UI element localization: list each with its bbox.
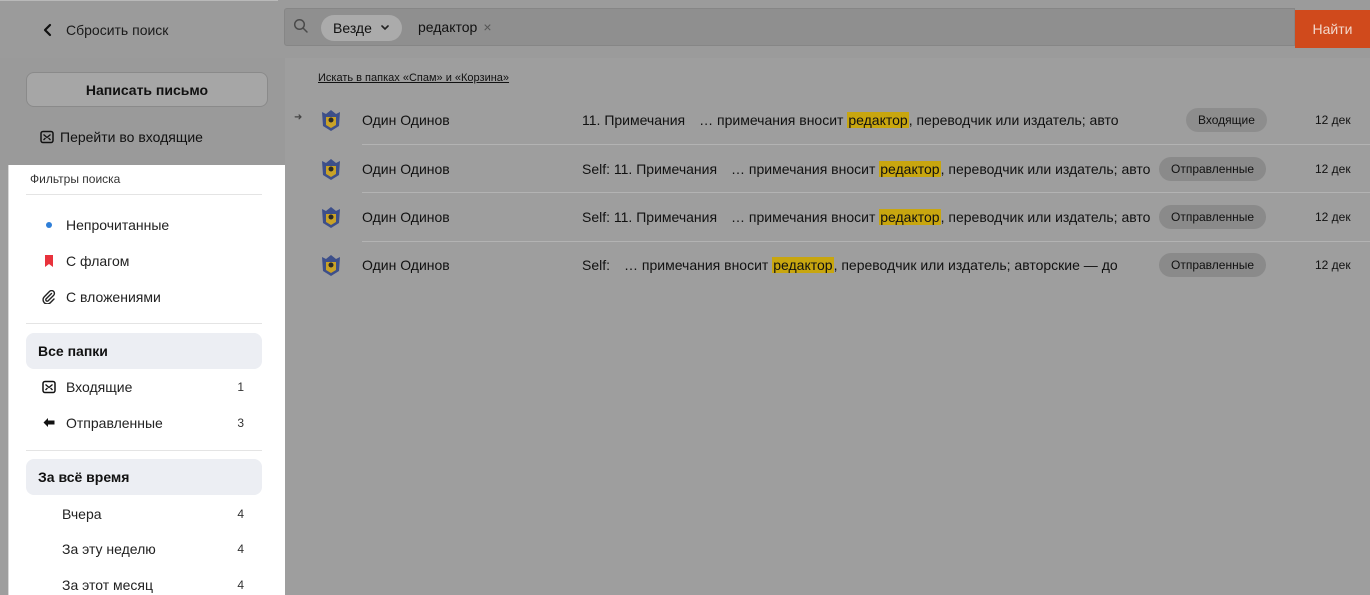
time-this-month[interactable]: За этот месяц 4 xyxy=(62,577,244,593)
time-this-week-label: За эту неделю xyxy=(62,541,156,557)
message-row[interactable]: Один Одинов Self: 11. Примечания … примеч… xyxy=(285,145,1370,193)
time-yesterday[interactable]: Вчера 4 xyxy=(62,506,244,522)
all-time-header[interactable]: За всё время xyxy=(26,459,262,495)
folder-badge: Входящие xyxy=(1186,108,1267,132)
paperclip-icon xyxy=(42,290,56,304)
filter-flagged-label: С флагом xyxy=(66,253,130,269)
reset-search-button[interactable]: Сбросить поиск xyxy=(0,0,278,58)
folder-sent[interactable]: Отправленные 3 xyxy=(42,415,244,431)
sent-icon xyxy=(42,416,56,430)
avatar xyxy=(322,255,340,276)
folder-sent-label: Отправленные xyxy=(66,415,163,431)
message-subject: Self: 11. Примечания xyxy=(582,209,718,225)
message-snippet-before: … примечания вносит xyxy=(699,112,848,128)
filter-attachments-label: С вложениями xyxy=(66,289,161,305)
time-yesterday-count: 4 xyxy=(237,507,244,521)
search-highlight: редактор xyxy=(772,257,834,273)
filter-flagged[interactable]: С флагом xyxy=(42,253,129,269)
avatar xyxy=(322,110,340,131)
chevron-left-icon xyxy=(43,23,52,37)
message-sender: Один Одинов xyxy=(362,161,450,177)
compose-button[interactable]: Написать письмо xyxy=(26,72,268,107)
clear-query-icon[interactable]: × xyxy=(483,19,491,35)
time-this-month-label: За этот месяц xyxy=(62,577,154,593)
reset-search-label: Сбросить поиск xyxy=(66,21,169,38)
time-yesterday-label: Вчера xyxy=(62,506,102,522)
message-sender: Один Одинов xyxy=(362,209,450,225)
message-date: 12 дек xyxy=(1315,210,1351,224)
message-row[interactable]: Один Одинов Self: 11. Примечания … примеч… xyxy=(285,193,1370,241)
folder-inbox-label: Входящие xyxy=(66,379,133,395)
goto-inbox-label: Перейти во входящие xyxy=(60,129,203,145)
search-scope-label: Везде xyxy=(333,20,372,36)
filters-title: Фильтры поиска xyxy=(30,172,121,186)
forwarded-arrow-icon: ➜ xyxy=(294,112,303,123)
all-folders-header[interactable]: Все папки xyxy=(26,333,262,369)
time-this-week-count: 4 xyxy=(237,542,244,556)
message-subject-line: Self: 11. Примечания… примечания вносит … xyxy=(582,209,1172,225)
filter-unread[interactable]: Непрочитанные xyxy=(42,217,169,233)
message-snippet-before: … примечания вносит xyxy=(624,257,773,273)
message-sender: Один Одинов xyxy=(362,257,450,273)
folder-badge: Отправленные xyxy=(1159,157,1267,181)
filter-unread-label: Непрочитанные xyxy=(66,217,170,233)
message-subject-line: 11. Примечания … примечания вносит редакт… xyxy=(582,112,1172,128)
find-button[interactable]: Найти xyxy=(1295,10,1370,48)
message-subject: Self: 11. Примечания xyxy=(582,161,718,177)
message-snippet-after: , переводчик или издатель; авто xyxy=(908,112,1119,128)
divider xyxy=(26,323,262,324)
search-scope-dropdown[interactable]: Везде xyxy=(321,15,402,41)
message-date: 12 дек xyxy=(1315,258,1351,272)
message-snippet-after: , переводчик или издатель; авто xyxy=(940,161,1151,177)
message-snippet-after: , переводчик или издатель; авторские — д… xyxy=(833,257,1118,273)
unread-dot-icon xyxy=(42,218,56,232)
filter-attachments[interactable]: С вложениями xyxy=(42,289,161,305)
search-highlight: редактор xyxy=(879,161,941,177)
message-sender: Один Одинов xyxy=(362,112,450,128)
chevron-down-icon xyxy=(381,25,389,31)
divider xyxy=(26,450,262,451)
message-subject: Self: xyxy=(582,257,611,273)
search-query-chip[interactable]: редактор × xyxy=(418,19,492,35)
search-icon xyxy=(293,18,308,33)
inbox-icon xyxy=(40,130,54,144)
message-row[interactable]: Один Одинов Self: … примечания вносит ред… xyxy=(285,241,1370,289)
folder-badge: Отправленные xyxy=(1159,253,1267,277)
folder-badge: Отправленные xyxy=(1159,205,1267,229)
search-highlight: редактор xyxy=(879,209,941,225)
inbox-icon xyxy=(42,380,56,394)
search-highlight: редактор xyxy=(847,112,909,128)
message-snippet-after: , переводчик или издатель; авто xyxy=(940,209,1151,225)
message-snippet-before: … примечания вносит xyxy=(731,209,880,225)
message-row[interactable]: ➜ Один Одинов 11. Примечания … примечания… xyxy=(285,96,1370,144)
message-subject-line: Self: 11. Примечания… примечания вносит … xyxy=(582,161,1172,177)
message-subject-line: Self: … примечания вносит редактор, перев… xyxy=(582,257,1172,273)
folder-inbox-count: 1 xyxy=(237,380,244,394)
avatar xyxy=(322,207,340,228)
divider xyxy=(26,194,262,195)
message-snippet-before: … примечания вносит xyxy=(731,161,880,177)
search-spam-trash-link[interactable]: Искать в папках «Спам» и «Корзина» xyxy=(318,72,509,84)
search-query-text: редактор xyxy=(418,19,478,35)
flag-icon xyxy=(42,254,56,268)
message-subject: 11. Примечания xyxy=(582,112,686,128)
goto-inbox-link[interactable]: Перейти во входящие xyxy=(40,129,203,145)
avatar xyxy=(322,159,340,180)
message-date: 12 дек xyxy=(1315,162,1351,176)
time-this-week[interactable]: За эту неделю 4 xyxy=(62,541,244,557)
time-this-month-count: 4 xyxy=(237,578,244,592)
message-date: 12 дек xyxy=(1315,113,1351,127)
folder-sent-count: 3 xyxy=(237,416,244,430)
folder-inbox[interactable]: Входящие 1 xyxy=(42,379,244,395)
